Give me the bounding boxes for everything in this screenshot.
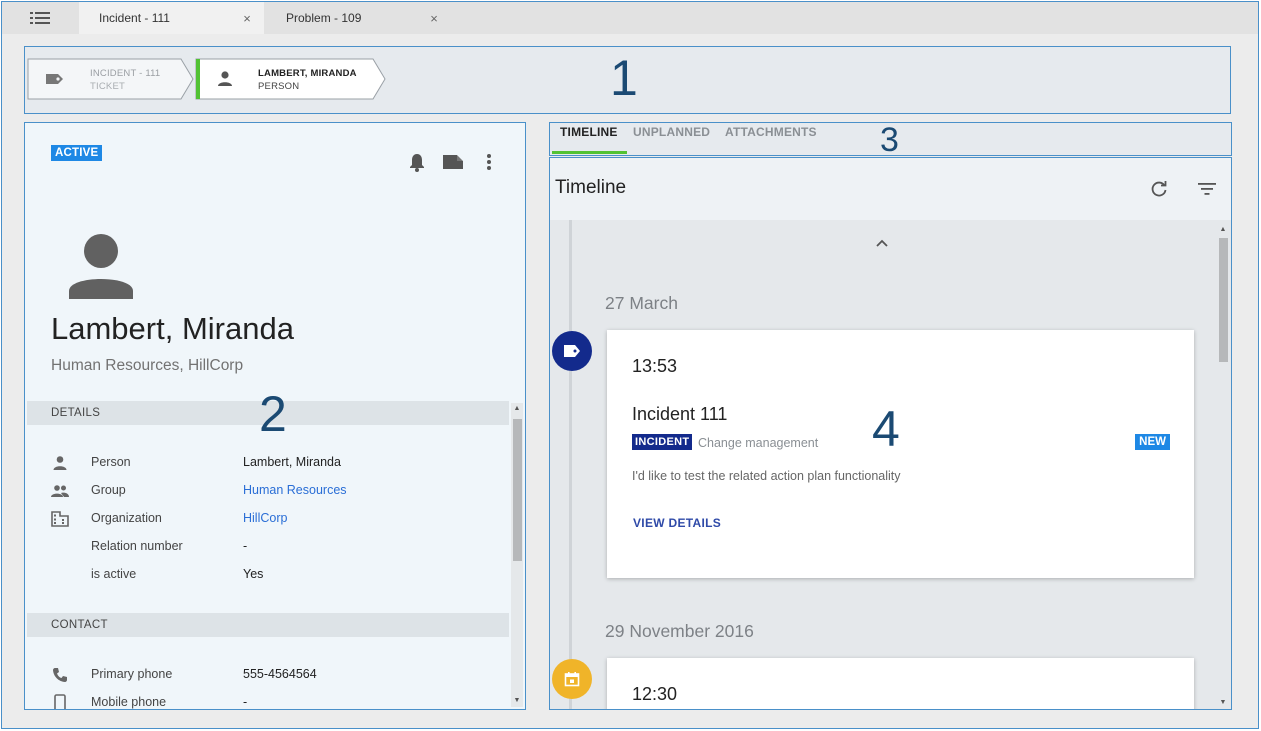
ticket-icon xyxy=(552,331,592,371)
calendar-icon xyxy=(552,659,592,699)
breadcrumb: INCIDENT - 111 TICKET LAMBERT, MIRANDA P… xyxy=(24,46,1231,114)
card-time: 13:53 xyxy=(632,356,678,376)
card-title: Incident 111 xyxy=(632,404,728,424)
breadcrumb-subtitle: PERSON xyxy=(258,81,300,92)
person-icon xyxy=(51,454,69,472)
detail-value: Yes xyxy=(243,567,264,581)
annotation-number: 4 xyxy=(872,401,900,457)
doc-tab-label: Incident - 111 xyxy=(99,11,170,25)
contact-section-header: CONTACT xyxy=(27,613,509,637)
scroll-down-arrow-icon[interactable]: ▼ xyxy=(511,695,523,707)
card-description: I'd like to test the related action plan… xyxy=(632,469,901,483)
breadcrumb-item-incident[interactable]: INCIDENT - 111 TICKET xyxy=(27,58,195,100)
document-tab-bar: Incident - 111 × Problem - 109 × xyxy=(2,2,1258,34)
timeline-header: Timeline xyxy=(550,158,1231,220)
close-icon[interactable]: × xyxy=(427,11,441,26)
group-link[interactable]: Human Resources xyxy=(243,483,347,497)
timeline-scrollbar[interactable]: ▲ ▼ xyxy=(1217,224,1229,709)
ticket-icon xyxy=(45,70,65,88)
timeline-panel: Timeline 27 March 13:53 Incident 111 INC… xyxy=(549,157,1232,710)
app-window: Incident - 111 × Problem - 109 × INCIDEN… xyxy=(1,1,1259,729)
timeline-title: Timeline xyxy=(555,177,627,198)
detail-label: is active xyxy=(91,567,137,581)
detail-row-group: Group Human Resources xyxy=(51,481,501,501)
ticket-icon[interactable] xyxy=(441,150,465,174)
annotation-number: 2 xyxy=(259,386,287,442)
timeline-tab-bar: TIMELINE UNPLANNED ATTACHMENTS 3 xyxy=(549,121,1232,159)
detail-label: Relation number xyxy=(91,539,183,553)
person-icon xyxy=(215,70,235,88)
active-tab-indicator xyxy=(552,151,627,154)
breadcrumb-item-person[interactable]: LAMBERT, MIRANDA PERSON xyxy=(195,58,387,100)
tab-attachments[interactable]: ATTACHMENTS xyxy=(725,124,817,156)
person-actions xyxy=(405,150,501,174)
contact-label: Mobile phone xyxy=(91,695,167,709)
organization-link[interactable]: HillCorp xyxy=(243,511,287,525)
breadcrumb-title: INCIDENT - 111 xyxy=(90,68,161,79)
view-details-button[interactable]: VIEW DETAILS xyxy=(633,516,721,530)
doc-tab-problem[interactable]: Problem - 109 × xyxy=(266,2,451,34)
avatar xyxy=(65,227,137,299)
timeline-line xyxy=(569,220,572,709)
contact-value: 555-4564564 xyxy=(243,667,317,681)
timeline-date: 29 November 2016 xyxy=(605,621,754,641)
breadcrumb-title: LAMBERT, MIRANDA xyxy=(258,68,357,79)
timeline-card[interactable]: 12:30 xyxy=(607,658,1194,709)
contact-value: - xyxy=(243,695,248,709)
scroll-up-arrow-icon[interactable]: ▲ xyxy=(511,403,523,415)
annotation-number: 3 xyxy=(880,121,899,159)
mobile-icon xyxy=(51,694,69,709)
person-name: Lambert, Miranda xyxy=(51,311,294,346)
detail-label: Organization xyxy=(91,511,162,525)
person-panel-scrollbar[interactable]: ▲ ▼ xyxy=(511,403,523,707)
contact-label: Primary phone xyxy=(91,667,173,681)
detail-value: Lambert, Miranda xyxy=(243,455,341,469)
group-icon xyxy=(51,482,69,500)
tab-unplanned[interactable]: UNPLANNED xyxy=(633,124,710,156)
card-category: Change management xyxy=(698,436,819,450)
refresh-icon[interactable] xyxy=(1148,178,1170,200)
filter-icon[interactable] xyxy=(1196,178,1218,200)
building-icon xyxy=(51,510,69,528)
chevron-up-icon[interactable] xyxy=(872,234,892,252)
more-vertical-icon[interactable] xyxy=(477,150,501,174)
detail-row-person: Person Lambert, Miranda xyxy=(51,453,501,473)
card-type-tag: INCIDENT xyxy=(632,434,693,450)
contact-row-mobile-phone: Mobile phone - xyxy=(51,693,501,709)
detail-row-relation-number: Relation number - xyxy=(51,537,501,557)
detail-label: Group xyxy=(91,483,126,497)
timeline-date: 27 March xyxy=(605,293,678,313)
phone-icon xyxy=(51,666,69,684)
new-badge: NEW xyxy=(1135,434,1170,450)
annotation-number: 1 xyxy=(610,50,638,106)
doc-tab-label: Problem - 109 xyxy=(286,11,362,25)
timeline-card[interactable]: 13:53 Incident 111 INCIDENT Change manag… xyxy=(607,330,1194,578)
doc-tab-incident[interactable]: Incident - 111 × xyxy=(79,2,264,34)
detail-label: Person xyxy=(91,455,131,469)
detail-row-organization: Organization HillCorp xyxy=(51,509,501,529)
close-icon[interactable]: × xyxy=(240,11,254,26)
detail-value: - xyxy=(243,539,248,553)
scroll-up-arrow-icon[interactable]: ▲ xyxy=(1217,224,1229,236)
scrollbar-thumb[interactable] xyxy=(1219,238,1228,362)
hamburger-menu-icon[interactable] xyxy=(20,7,60,29)
person-panel: ACTIVE Lambert, Miranda Human Resources,… xyxy=(24,122,526,710)
contact-row-primary-phone: Primary phone 555-4564564 xyxy=(51,665,501,685)
person-subtitle: Human Resources, HillCorp xyxy=(51,357,244,374)
status-badge: ACTIVE xyxy=(51,145,103,161)
scroll-down-arrow-icon[interactable]: ▼ xyxy=(1217,697,1229,709)
timeline-body: 27 March 13:53 Incident 111 INCIDENT Cha… xyxy=(550,220,1231,709)
card-time: 12:30 xyxy=(632,684,678,704)
bell-icon[interactable] xyxy=(405,150,429,174)
scrollbar-thumb[interactable] xyxy=(513,419,522,561)
detail-row-is-active: is active Yes xyxy=(51,565,501,585)
breadcrumb-subtitle: TICKET xyxy=(90,81,125,92)
